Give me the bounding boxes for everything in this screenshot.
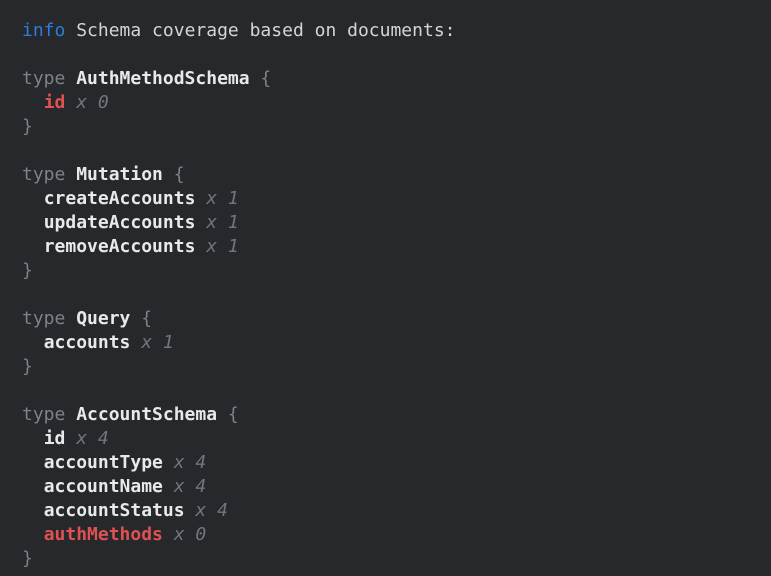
field-count: x 1 — [195, 188, 238, 209]
type-declaration-line: type AuthMethodSchema { — [22, 67, 761, 91]
type-block: type Mutation { createAccounts x 1 updat… — [22, 163, 761, 283]
type-block: type Query { accounts x 1} — [22, 307, 761, 379]
close-brace: } — [22, 356, 33, 377]
field-line: authMethods x 0 — [22, 523, 761, 547]
type-name: Query — [76, 308, 130, 329]
open-brace: { — [250, 68, 272, 89]
indent — [22, 212, 44, 233]
close-line: } — [22, 547, 761, 571]
field-count: x 4 — [163, 452, 206, 473]
terminal-output: info Schema coverage based on documents:… — [0, 0, 771, 576]
type-keyword: type — [22, 308, 76, 329]
field-name: accountStatus — [44, 500, 185, 521]
field-name: updateAccounts — [44, 212, 196, 233]
field-name: id — [44, 92, 66, 113]
close-line: } — [22, 259, 761, 283]
close-brace: } — [22, 116, 33, 137]
close-line: } — [22, 115, 761, 139]
indent — [22, 428, 44, 449]
schema-coverage-blocks: type AuthMethodSchema { id x 0}type Muta… — [22, 67, 761, 571]
type-keyword: type — [22, 68, 76, 89]
field-count: x 1 — [195, 236, 238, 257]
open-brace: { — [130, 308, 152, 329]
field-line: id x 4 — [22, 427, 761, 451]
field-count: x 1 — [195, 212, 238, 233]
field-name: accountName — [44, 476, 163, 497]
close-brace: } — [22, 260, 33, 281]
close-line: } — [22, 355, 761, 379]
type-keyword: type — [22, 404, 76, 425]
field-count: x 4 — [65, 428, 108, 449]
field-line: id x 0 — [22, 91, 761, 115]
indent — [22, 524, 44, 545]
type-keyword: type — [22, 164, 76, 185]
type-name: AuthMethodSchema — [76, 68, 249, 89]
close-brace: } — [22, 548, 33, 569]
field-name: accounts — [44, 332, 131, 353]
field-name: removeAccounts — [44, 236, 196, 257]
type-declaration-line: type AccountSchema { — [22, 403, 761, 427]
info-line: info Schema coverage based on documents: — [22, 19, 761, 43]
type-name: Mutation — [76, 164, 163, 185]
field-name: createAccounts — [44, 188, 196, 209]
field-line: accountType x 4 — [22, 451, 761, 475]
type-block: type AuthMethodSchema { id x 0} — [22, 67, 761, 139]
field-name: accountType — [44, 452, 163, 473]
open-brace: { — [217, 404, 239, 425]
field-count: x 0 — [163, 524, 206, 545]
field-count: x 4 — [185, 500, 228, 521]
field-count: x 4 — [163, 476, 206, 497]
indent — [22, 452, 44, 473]
field-line: removeAccounts x 1 — [22, 235, 761, 259]
field-line: accountName x 4 — [22, 475, 761, 499]
type-block: type AccountSchema { id x 4 accountType … — [22, 403, 761, 571]
indent — [22, 332, 44, 353]
type-declaration-line: type Query { — [22, 307, 761, 331]
field-line: accountStatus x 4 — [22, 499, 761, 523]
type-name: AccountSchema — [76, 404, 217, 425]
indent — [22, 500, 44, 521]
field-count: x 1 — [130, 332, 173, 353]
indent — [22, 188, 44, 209]
indent — [22, 92, 44, 113]
field-name: authMethods — [44, 524, 163, 545]
field-line: accounts x 1 — [22, 331, 761, 355]
info-tag: info — [22, 20, 65, 41]
field-count: x 0 — [65, 92, 108, 113]
field-name: id — [44, 428, 66, 449]
indent — [22, 476, 44, 497]
info-message: Schema coverage based on documents: — [76, 20, 455, 41]
indent — [22, 236, 44, 257]
field-line: createAccounts x 1 — [22, 187, 761, 211]
open-brace: { — [163, 164, 185, 185]
field-line: updateAccounts x 1 — [22, 211, 761, 235]
space — [65, 20, 76, 41]
type-declaration-line: type Mutation { — [22, 163, 761, 187]
